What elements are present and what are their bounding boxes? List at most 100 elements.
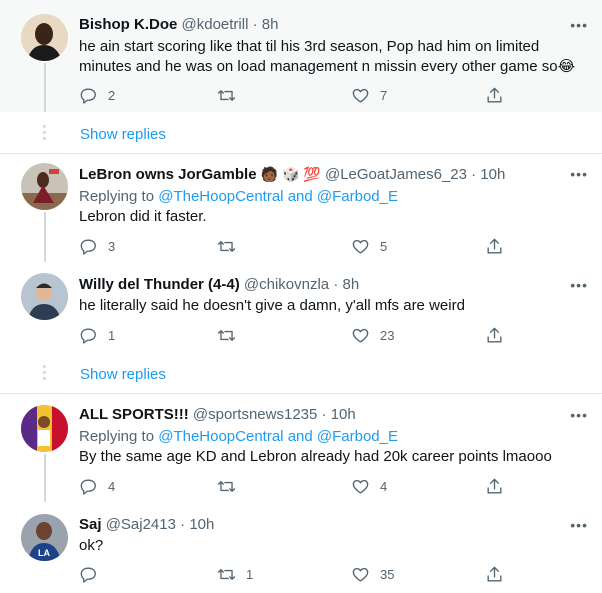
thread-line (44, 63, 46, 112)
timestamp[interactable]: 10h (331, 406, 356, 423)
retweet-icon (217, 90, 236, 101)
tweet-5[interactable]: LA Saj @Saj2413 · 10h ••• ok? 1 35 (0, 502, 602, 593)
like-button[interactable]: 4 (351, 477, 387, 496)
tweet-4[interactable]: ALL SPORTS!!! @sportsnews1235 · 10h ••• … (0, 394, 602, 502)
more-icon[interactable]: ••• (570, 278, 588, 292)
handle[interactable]: @sportsnews1235 (193, 406, 317, 423)
share-button[interactable] (485, 326, 504, 345)
reply-button[interactable]: 1 (79, 326, 115, 345)
share-button[interactable] (485, 477, 504, 496)
separator: · (471, 166, 477, 183)
more-icon[interactable]: ••• (570, 408, 588, 422)
display-name[interactable]: Willy del Thunder (4-4) (79, 276, 240, 293)
tweet-3[interactable]: Willy del Thunder (4-4) @chikovnzla · 8h… (0, 262, 602, 362)
heart-icon (352, 479, 369, 494)
separator: · (333, 276, 339, 293)
retweet-button[interactable]: 1 (217, 565, 253, 584)
action-bar: 1 35 (79, 565, 509, 585)
replying-user-link[interactable]: @TheHoopCentral (158, 428, 283, 445)
action-bar: 4 4 (79, 477, 509, 497)
handle[interactable]: @LeGoatJames6_23 (325, 166, 467, 183)
tweet-text: ok? (79, 537, 104, 554)
reply-icon (80, 567, 96, 583)
replying-to: Replying to @TheHoopCentral and @Farbod_… (79, 428, 398, 446)
retweet-button[interactable] (217, 326, 246, 345)
retweet-icon (217, 330, 236, 341)
reply-count: 4 (108, 479, 116, 494)
tweet-text: he ain start scoring like that til his 3… (79, 38, 576, 75)
display-name[interactable]: ALL SPORTS!!! (79, 406, 189, 423)
more-icon[interactable]: ••• (570, 518, 588, 532)
like-count: 35 (380, 567, 395, 582)
like-button[interactable]: 23 (351, 326, 394, 345)
replying-user-link[interactable]: @Farbod_E (317, 188, 398, 205)
replying-and: and (287, 428, 313, 445)
avatar[interactable]: LA (21, 514, 68, 561)
reply-button[interactable] (79, 565, 108, 584)
retweet-icon (217, 481, 236, 492)
share-button[interactable] (485, 86, 504, 105)
tweet-header: ALL SPORTS!!! @sportsnews1235 · 10h (79, 406, 356, 424)
reply-icon (80, 88, 96, 104)
more-icon[interactable]: ••• (570, 18, 588, 32)
separator: · (321, 406, 327, 423)
reply-button[interactable]: 2 (79, 86, 115, 105)
share-icon (487, 87, 502, 103)
heart-icon (352, 88, 369, 103)
name-emoji: 🧑🏾 🎲 💯 (260, 166, 321, 182)
share-icon (487, 327, 502, 343)
tweet-1[interactable]: Bishop K.Doe @kdoetrill · 8h ••• he ain … (0, 0, 602, 112)
replying-to: Replying to @TheHoopCentral and @Farbod_… (79, 188, 398, 206)
avatar[interactable] (21, 405, 68, 452)
reply-button[interactable]: 3 (79, 237, 115, 256)
like-button[interactable]: 35 (351, 565, 394, 584)
share-icon (487, 566, 502, 582)
replying-user-link[interactable]: @TheHoopCentral (158, 188, 283, 205)
like-count: 4 (380, 479, 388, 494)
share-icon (487, 478, 502, 494)
like-button[interactable]: 5 (351, 237, 387, 256)
reply-count: 1 (108, 328, 116, 343)
share-button[interactable] (485, 565, 504, 584)
display-name[interactable]: LeBron owns JorGamble (79, 166, 257, 183)
reply-count: 2 (108, 88, 116, 103)
more-icon[interactable]: ••• (570, 167, 588, 181)
tweet-header: LeBron owns JorGamble 🧑🏾 🎲 💯 @LeGoatJame… (79, 165, 505, 184)
avatar[interactable] (21, 14, 68, 61)
tweet-2[interactable]: LeBron owns JorGamble 🧑🏾 🎲 💯 @LeGoatJame… (0, 154, 602, 262)
timestamp[interactable]: 10h (480, 166, 505, 183)
share-icon (487, 238, 502, 254)
display-name[interactable]: Bishop K.Doe (79, 16, 177, 33)
heart-icon (352, 567, 369, 582)
replying-user-link[interactable]: @Farbod_E (317, 428, 398, 445)
avatar[interactable] (21, 163, 68, 210)
retweet-button[interactable] (217, 477, 246, 496)
show-replies-link[interactable]: Show replies (80, 366, 166, 383)
retweet-button[interactable] (217, 86, 246, 105)
reply-button[interactable]: 4 (79, 477, 115, 496)
thread-dots (43, 365, 46, 383)
handle[interactable]: @Saj2413 (106, 516, 176, 533)
like-button[interactable]: 7 (351, 86, 387, 105)
timestamp[interactable]: 10h (189, 516, 214, 533)
tweet-header: Saj @Saj2413 · 10h (79, 516, 214, 534)
retweet-button[interactable] (217, 237, 246, 256)
like-count: 5 (380, 239, 388, 254)
timestamp[interactable]: 8h (262, 16, 279, 33)
display-name[interactable]: Saj (79, 516, 102, 533)
separator: · (180, 516, 186, 533)
share-button[interactable] (485, 237, 504, 256)
handle[interactable]: @kdoetrill (182, 16, 249, 33)
retweet-icon (217, 569, 236, 580)
action-bar: 1 23 (79, 326, 509, 346)
replying-prefix: Replying to (79, 188, 155, 205)
avatar[interactable] (21, 273, 68, 320)
tweet-header: Bishop K.Doe @kdoetrill · 8h (79, 16, 278, 34)
heart-icon (352, 328, 369, 343)
heart-icon (352, 239, 369, 254)
timestamp[interactable]: 8h (343, 276, 360, 293)
thread-dots (43, 125, 46, 143)
show-replies-link[interactable]: Show replies (80, 126, 166, 143)
tweet-text: By the same age KD and Lebron already ha… (79, 448, 552, 465)
handle[interactable]: @chikovnzla (244, 276, 329, 293)
